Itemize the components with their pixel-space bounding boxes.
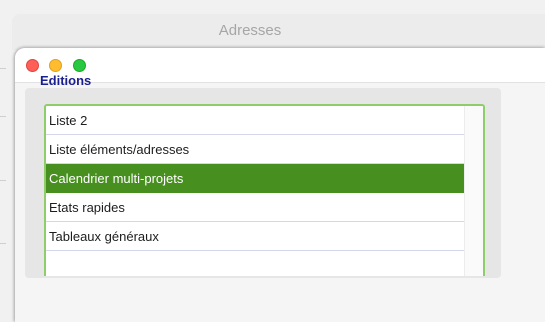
list-item[interactable]: Etats rapides [46,193,465,222]
close-window-button[interactable] [26,59,39,72]
list-item[interactable]: Tableaux généraux [46,222,465,251]
background-window-edge [0,60,6,322]
maximize-window-button[interactable] [73,59,86,72]
list-item-selected[interactable]: Calendrier multi-projets [46,164,465,193]
minimize-window-button[interactable] [49,59,62,72]
list-item[interactable]: Liste éléments/adresses [46,135,465,164]
list-item[interactable] [46,251,465,276]
editions-label: Editions [40,73,92,88]
editions-list[interactable]: Liste 2 Liste éléments/adresses Calendri… [44,104,485,276]
background-window-title: Adresses [218,22,282,39]
list-item[interactable]: Liste 2 [46,106,465,135]
list-scrollbar[interactable] [464,106,483,276]
window-titlebar[interactable] [15,48,545,83]
